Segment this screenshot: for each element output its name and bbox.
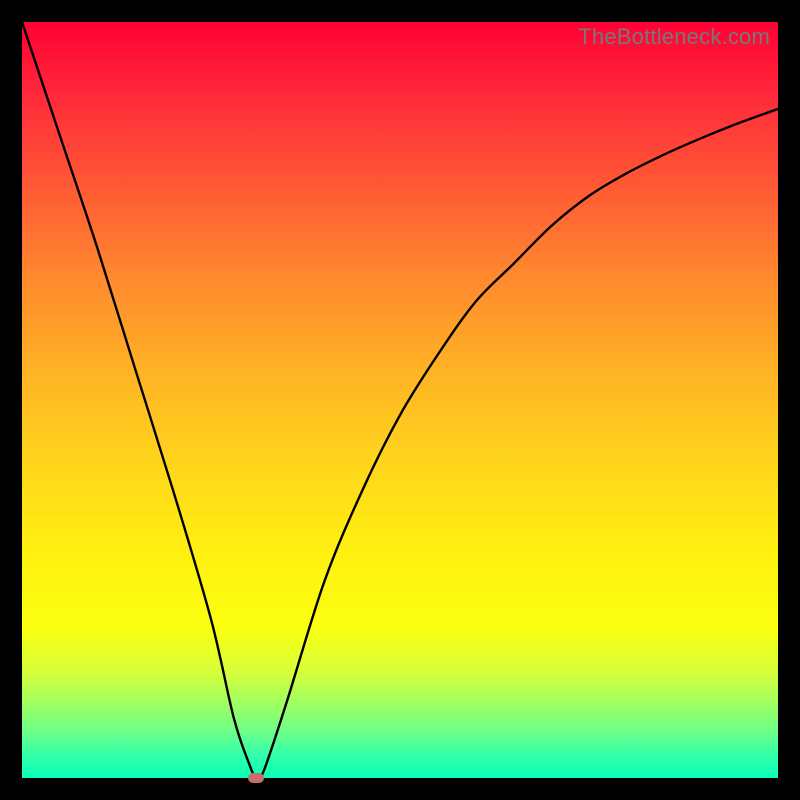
plot-area: TheBottleneck.com — [22, 22, 778, 778]
chart-frame: TheBottleneck.com — [0, 0, 800, 800]
optimum-marker — [248, 773, 264, 783]
bottleneck-curve — [22, 22, 778, 778]
curve-layer — [22, 22, 778, 778]
